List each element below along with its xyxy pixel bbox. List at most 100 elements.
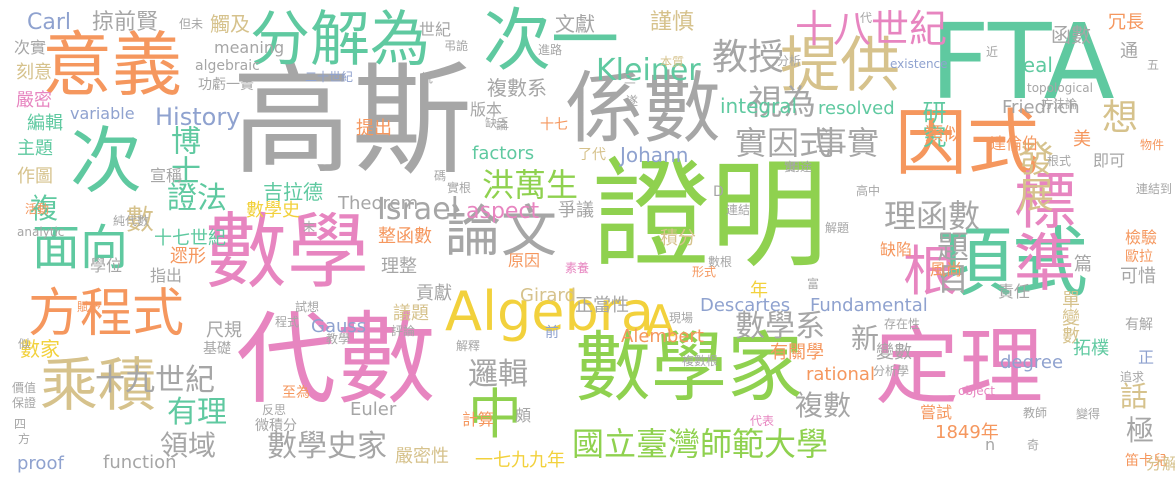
word-cloud-word: 有理 [167,395,227,430]
word-cloud-word: 有關學 [770,342,824,363]
word-cloud-word: 試想 [295,300,320,314]
word-cloud-word: Carl [27,10,71,35]
word-cloud-word: topological [1027,81,1093,95]
word-cloud-word: 刻意 [16,62,52,83]
word-cloud-word: function [103,452,177,473]
word-cloud-word: 實根 [447,181,472,195]
word-cloud-word: 即可 [1093,151,1126,170]
word-cloud-word: 數學史 [246,200,300,221]
word-cloud-word: 一七九九年 [475,450,565,471]
word-cloud-word: 冗長 [1108,12,1144,33]
word-cloud-word: 二十世紀 [305,70,354,84]
word-cloud-word: 高中 [856,184,881,198]
word-cloud-word: 物件 [1140,138,1165,152]
word-cloud-word: degree [1000,352,1064,373]
word-cloud-word: 年 [750,280,768,301]
word-cloud-word: 十七 [540,117,568,133]
word-cloud-word: 風尚 [930,260,963,279]
word-cloud-word: 末 [303,220,316,234]
word-cloud-word: 理整 [381,256,417,277]
word-cloud-word: 富 [807,277,820,291]
word-cloud-word: 提出 [356,118,392,139]
word-cloud-word: 方程式 [28,284,185,344]
word-cloud-word: 基礎 [203,341,231,357]
word-cloud-word: 微積分 [255,418,297,434]
word-cloud-word: 函數 [1051,23,1091,47]
word-cloud-word: 變數 [876,342,912,363]
word-cloud-word: 理函數 [884,197,981,235]
word-cloud-word: 計算 [462,410,495,429]
word-cloud-word: 話 [1120,380,1149,413]
word-cloud-word: aspect [466,199,540,224]
word-cloud-word: 事實 [815,124,880,162]
word-cloud-word: 四 [14,417,27,431]
word-cloud-word: 方法論 [1041,97,1078,111]
word-cloud-word: 賦予 [77,300,102,314]
word-cloud-word: 數學史家 [267,429,387,464]
word-cloud-word: 拓樸 [1073,338,1109,359]
word-cloud-word: 保證 [12,396,37,410]
word-cloud-word: existence [890,57,948,71]
word-cloud-word: 缺乏 [485,116,510,130]
word-cloud-word: 整函數 [378,226,432,247]
word-cloud-word: 碼 [434,169,447,183]
word-cloud-word: 分解 [1146,454,1175,473]
word-cloud-word: 意義 [42,24,182,106]
word-cloud-word: 國立臺灣師範大學 [572,425,829,463]
word-cloud-word: 掠前賢 [92,10,159,35]
word-cloud-word: 分析 [777,54,802,68]
word-cloud-word: 美 [1073,129,1091,150]
word-cloud-word: 功虧一簣 [198,77,254,93]
word-cloud-word: n [985,435,996,454]
word-cloud-word: 存在性 [884,317,921,331]
word-cloud-word: 近 [986,45,999,59]
word-cloud-word: 五 [1147,58,1160,72]
word-cloud-word: Euler [350,399,397,420]
word-cloud-word: 連結到 [1136,182,1173,196]
word-cloud: 高斯 證明 數學 代數 FTA 係數 分解為 次一 意義次因式 定理 數學家 項式 提供 標準 乘積 方程式面… [0,0,1175,482]
word-cloud-word: 學位 [90,256,123,275]
word-cloud-word: 實 [784,160,797,174]
word-cloud-word: D [713,184,724,200]
word-cloud-word: Fundamental [810,295,928,316]
word-cloud-word: 三 [624,72,637,86]
word-cloud-word: object [958,384,995,398]
word-cloud-word: 世紀 [419,20,452,39]
word-cloud-word: 連結 [726,203,751,217]
word-cloud-word: 通 [1120,41,1138,62]
word-cloud-word: 反思 [262,403,287,417]
word-cloud-word: 遂 [626,94,639,108]
word-cloud-word: 數學系 [735,309,825,344]
word-cloud-word: 篇 [1074,254,1092,275]
word-cloud-word: 數學 [205,205,370,300]
word-cloud-word: 次 [70,119,143,203]
word-cloud-word: 嚴密 [16,90,52,111]
word-cloud-word: 宣稱 [150,166,183,185]
word-cloud-word: meaning [214,38,285,57]
word-cloud-word: 似 [18,337,31,351]
word-cloud-word: 有解 [1125,317,1153,333]
word-cloud-word: 指出 [150,266,183,285]
word-cloud-word: 文獻 [555,12,595,36]
word-cloud-word: 頗 [515,406,532,425]
word-cloud-word: 前 [545,325,559,341]
word-cloud-word: 缺陷 [880,240,913,259]
word-cloud-word: 極 [1126,414,1155,447]
word-cloud-word: 作圖 [17,166,53,187]
word-cloud-word: 教學 [326,332,351,346]
word-cloud-word: 嘗試 [920,403,953,422]
word-cloud-word: 洪萬生 [482,166,579,204]
word-cloud-word: 貢獻 [416,283,452,304]
word-cloud-word: integral [720,94,798,118]
word-cloud-word: 單變數 [1059,290,1080,344]
word-cloud-word: 活動 [25,202,50,216]
word-cloud-word: 正 [1138,348,1155,367]
word-cloud-word: 形式 [692,265,717,279]
word-cloud-word: 責任 [998,282,1031,301]
word-cloud-word: 至為 [282,385,310,401]
word-cloud-word: 變得 [1076,407,1101,421]
word-cloud-word: 證法 [167,181,227,216]
word-cloud-word: 遝形 [170,246,206,267]
word-cloud-word: 吉拉德 [263,180,323,204]
word-cloud-word: 但未 [179,17,204,31]
